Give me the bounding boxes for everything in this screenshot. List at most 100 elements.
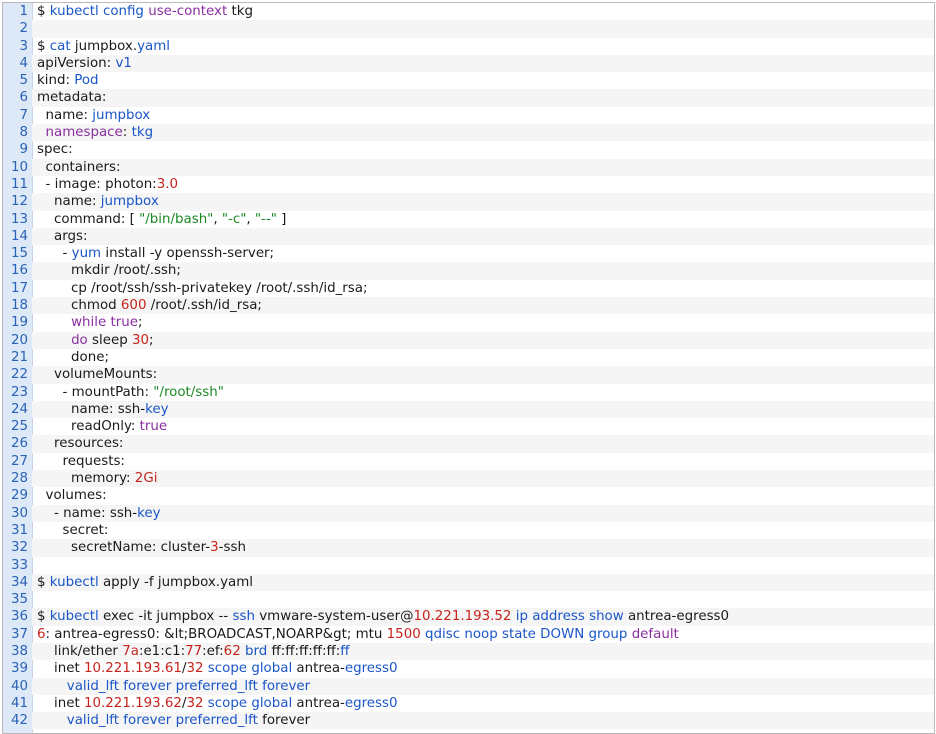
code-token: inet [37, 695, 84, 711]
line-code: while true; [37, 314, 142, 331]
line-number: 17 [3, 279, 32, 298]
line-number: 29 [3, 487, 32, 505]
code-token: apiVersion: [37, 55, 116, 71]
line-number: 8 [3, 124, 32, 142]
line-code: namespace: tkg [37, 124, 154, 141]
code-token: "/root/ssh" [153, 384, 224, 400]
code-token: antrea-egress0 [623, 609, 730, 625]
code-token: : [122, 125, 132, 141]
code-line: 41 inet 10.221.193.62/32 scope global an… [3, 694, 934, 713]
code-token: link/ether [37, 643, 123, 659]
code-line: 30 - name: ssh-key [3, 504, 934, 522]
line-number: 30 [3, 504, 32, 522]
code-token: install -y openssh-server; [101, 246, 275, 262]
line-code: - mountPath: "/root/ssh" [37, 384, 224, 401]
line-code: metadata: [37, 89, 106, 106]
code-line: 11 - image: photon:3.0 [3, 175, 934, 194]
line-number: 32 [3, 539, 32, 557]
code-token: config [102, 4, 144, 19]
code-token: - mountPath: [37, 384, 154, 400]
line-code: valid_lft forever preferred_lft forever [37, 678, 310, 695]
code-token: 32 [186, 661, 204, 677]
code-token: tkg [131, 125, 154, 141]
code-token: antrea- [292, 661, 345, 677]
code-line: 29 volumes: [3, 487, 934, 505]
line-number: 27 [3, 452, 32, 471]
line-number: 39 [3, 660, 32, 678]
code-line: 18 chmod 600 /root/.ssh/id_rsa; [3, 297, 934, 315]
line-number: 14 [3, 227, 32, 246]
code-token: memory: [37, 471, 135, 487]
code-token: name: [37, 194, 101, 210]
code-block: 1 $ kubectl config use-context tkg 2 3 $ cat… [2, 2, 935, 734]
line-code: $ cat jumpbox.yaml [37, 38, 170, 55]
code-token: $ [37, 574, 50, 590]
line-code: apiVersion: v1 [37, 55, 132, 72]
code-line: 2 [3, 20, 934, 38]
code-token: 30 [131, 332, 149, 348]
code-token: namespace [45, 125, 123, 141]
code-line: 17 cp /root/ssh/ssh-privatekey /root/.ss… [3, 279, 934, 298]
code-token: - image: photon: [37, 176, 157, 192]
line-number: 5 [3, 72, 32, 90]
code-line: 14 args: [3, 227, 934, 246]
code-token: resources: [37, 436, 124, 452]
code-token: name: ssh- [37, 401, 146, 417]
code-line: 39 inet 10.221.193.61/32 scope global an… [3, 660, 934, 678]
line-code: $ kubectl apply -f jumpbox.yaml [37, 574, 253, 591]
code-token: jumpbox. [70, 38, 138, 54]
code-line: 15 - yum install -y openssh-server; [3, 245, 934, 263]
line-number: 3 [3, 37, 32, 55]
code-token: : antrea-egress0: &lt;BROADCAST,NOARP&gt… [45, 626, 387, 642]
code-token: jumpbox [100, 194, 159, 210]
line-number: 4 [3, 54, 32, 73]
line-number: 26 [3, 435, 32, 453]
line-code: secret: [37, 522, 109, 539]
line-code: args: [37, 228, 87, 245]
line-number: 21 [3, 348, 32, 367]
line-code: inet 10.221.193.61/32 scope global antre… [37, 660, 398, 677]
line-code: readOnly: true [37, 418, 167, 435]
line-number: 15 [3, 245, 32, 263]
line-number: 41 [3, 694, 32, 713]
code-token: default [631, 626, 679, 642]
code-token: kubectl [49, 4, 99, 19]
code-line: 21 done; [3, 348, 934, 367]
code-token: qdisc [425, 626, 461, 642]
line-code: cp /root/ssh/ssh-privatekey /root/.ssh/i… [37, 280, 367, 297]
line-code: chmod 600 /root/.ssh/id_rsa; [37, 297, 262, 314]
code-token: 10.221.193.61 [83, 661, 182, 677]
code-line: 28 memory: 2Gi [3, 470, 934, 488]
code-token: secret: [37, 522, 109, 538]
code-token: 2Gi [134, 471, 158, 487]
code-token: yum [71, 246, 102, 262]
code-token: :e1:c1: [138, 643, 186, 659]
code-line: 5 kind: Pod [3, 72, 934, 90]
code-token: ; [149, 332, 154, 348]
line-number: 7 [3, 106, 32, 125]
code-token: inet [37, 661, 84, 677]
line-number: 16 [3, 262, 32, 280]
code-token: 62 [223, 643, 241, 659]
line-number: 40 [3, 677, 32, 695]
line-code: spec: [37, 141, 73, 158]
code-token: secretName: cluster- [37, 540, 211, 556]
code-token: /root/.ssh/id_rsa; [146, 298, 262, 314]
line-number: 33 [3, 556, 32, 574]
code-token: 600 [120, 298, 147, 314]
code-line: 9 spec: [3, 141, 934, 159]
code-lines: 1 $ kubectl config use-context tkg 2 3 $ cat… [3, 3, 934, 730]
code-token: :ef: [202, 643, 224, 659]
code-line: 8 namespace: tkg [3, 124, 934, 142]
code-token: readOnly: [37, 419, 140, 435]
line-number: 10 [3, 158, 32, 176]
code-line: 27 requests: [3, 452, 934, 471]
code-token: true [139, 419, 168, 435]
line-number: 25 [3, 418, 32, 436]
line-code: done; [37, 349, 109, 366]
code-token: spec: [37, 142, 73, 158]
code-line: 16 mkdir /root/.ssh; [3, 262, 934, 280]
code-token: forever [257, 713, 311, 729]
